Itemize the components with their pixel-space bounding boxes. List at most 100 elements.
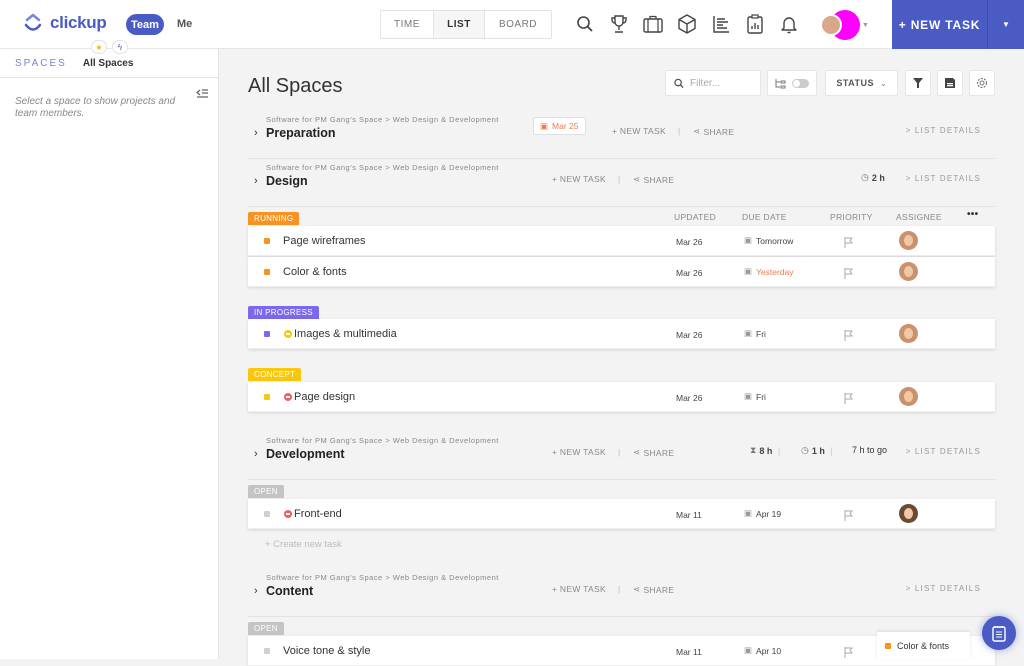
save-view-button[interactable] xyxy=(937,70,963,96)
task-tray-item[interactable]: Color & fonts xyxy=(877,632,970,659)
task-name[interactable]: Color & fonts xyxy=(283,266,347,278)
priority-flag-icon[interactable] xyxy=(844,508,854,526)
list-name[interactable]: Content xyxy=(266,584,313,598)
priority-flag-icon[interactable] xyxy=(844,328,854,346)
breadcrumb[interactable]: Software for PM Gang's Space > Web Desig… xyxy=(266,163,499,172)
priority-icon[interactable] xyxy=(284,330,292,338)
toggle-switch[interactable] xyxy=(792,78,809,88)
filter-input[interactable] xyxy=(690,77,760,89)
tab-board[interactable]: BOARD xyxy=(485,11,551,38)
task-due-date[interactable]: ▣ Tomorrow xyxy=(744,235,793,246)
subtasks-toggle[interactable] xyxy=(767,70,817,96)
status-dot[interactable] xyxy=(264,394,270,400)
task-due-date[interactable]: ▣ Apr 10 xyxy=(744,645,781,656)
task-row[interactable]: Images & multimedia Mar 26 ▣ Fri xyxy=(248,319,995,349)
share-link[interactable]: ⋖ SHARE xyxy=(633,174,674,185)
expand-chevron-icon[interactable]: › xyxy=(254,448,258,460)
task-row[interactable]: Color & fonts Mar 26 ▣ Yesterday xyxy=(248,257,995,287)
share-link[interactable]: ⋖ SHARE xyxy=(633,584,674,595)
new-task-link[interactable]: + NEW TASK xyxy=(612,126,666,136)
time-tracked[interactable]: ◷ 2 h xyxy=(861,172,885,183)
task-row[interactable]: Front-end Mar 11 ▣ Apr 19 xyxy=(248,499,995,529)
new-task-link[interactable]: + NEW TASK xyxy=(552,174,606,184)
breadcrumb[interactable]: Software for PM Gang's Space > Web Desig… xyxy=(266,115,499,124)
time-tracked[interactable]: ◷ 1 h | xyxy=(801,445,833,456)
column-due-date[interactable]: DUE DATE xyxy=(742,212,787,222)
status-dot[interactable] xyxy=(264,648,270,654)
list-name[interactable]: Design xyxy=(266,174,308,188)
expand-chevron-icon[interactable]: › xyxy=(254,585,258,597)
tab-list[interactable]: LIST xyxy=(434,11,485,38)
assignee-avatar[interactable] xyxy=(899,504,918,523)
search-icon[interactable] xyxy=(575,13,595,35)
priority-icon[interactable] xyxy=(284,510,292,518)
bell-icon[interactable] xyxy=(779,13,799,35)
collapse-sidebar-icon[interactable] xyxy=(195,89,208,102)
task-due-date[interactable]: ▣ Fri xyxy=(744,391,766,402)
expand-chevron-icon[interactable]: › xyxy=(254,127,258,139)
status-dot[interactable] xyxy=(264,238,270,244)
status-dropdown[interactable]: STATUS ⌄ xyxy=(825,70,898,96)
task-name[interactable]: Page wireframes xyxy=(283,235,366,247)
priority-flag-icon[interactable] xyxy=(844,235,854,253)
assignee-avatar[interactable] xyxy=(899,262,918,281)
list-name[interactable]: Development xyxy=(266,447,345,461)
column-assignee[interactable]: ASSIGNEE xyxy=(896,212,942,222)
settings-button[interactable] xyxy=(969,70,995,96)
avatar-caret-icon[interactable]: ▼ xyxy=(862,22,869,29)
all-spaces-link[interactable]: All Spaces xyxy=(83,58,134,69)
time-estimate[interactable]: ⧗ 8 h | xyxy=(750,445,780,456)
lightning-icon[interactable]: ϟ xyxy=(112,40,128,54)
filter-button[interactable] xyxy=(905,70,931,96)
status-dot[interactable] xyxy=(264,331,270,337)
briefcase-icon[interactable] xyxy=(643,13,663,35)
new-task-button[interactable]: + NEW TASK ▼ xyxy=(892,0,1024,49)
priority-flag-icon[interactable] xyxy=(844,266,854,284)
team-toggle[interactable]: Team xyxy=(126,14,164,35)
new-task-link[interactable]: + NEW TASK xyxy=(552,584,606,594)
favorites-icon[interactable]: ★ xyxy=(91,40,107,54)
priority-flag-icon[interactable] xyxy=(844,645,854,663)
task-row[interactable]: Page wireframes Mar 26 ▣ Tomorrow xyxy=(248,226,995,256)
status-dot[interactable] xyxy=(264,269,270,275)
tab-time[interactable]: TIME xyxy=(381,11,434,38)
create-new-task-link[interactable]: + Create new task xyxy=(265,539,342,550)
new-task-label[interactable]: + NEW TASK xyxy=(892,0,988,49)
assignee-avatar[interactable] xyxy=(899,324,918,343)
task-name[interactable]: Voice tone & style xyxy=(283,645,370,657)
new-task-link[interactable]: + NEW TASK xyxy=(552,447,606,457)
task-due-date[interactable]: ▣ Fri xyxy=(744,328,766,339)
breadcrumb[interactable]: Software for PM Gang's Space > Web Desig… xyxy=(266,573,499,582)
expand-chevron-icon[interactable]: › xyxy=(254,175,258,187)
task-row[interactable]: Page design Mar 26 ▣ Fri xyxy=(248,382,995,412)
breadcrumb[interactable]: Software for PM Gang's Space > Web Desig… xyxy=(266,436,499,445)
more-options-icon[interactable]: ••• xyxy=(967,209,978,220)
clickup-logo[interactable]: clickup xyxy=(22,12,107,34)
status-dot[interactable] xyxy=(264,511,270,517)
me-toggle[interactable]: Me xyxy=(177,18,192,30)
column-priority[interactable]: PRIORITY xyxy=(830,212,873,222)
notepad-button[interactable] xyxy=(982,616,1016,650)
list-due-date[interactable]: ▣ Mar 25 xyxy=(533,117,586,135)
list-align-icon[interactable] xyxy=(711,13,731,35)
list-details-link[interactable]: > LIST DETAILS xyxy=(906,174,981,183)
share-link[interactable]: ⋖ SHARE xyxy=(633,447,674,458)
box-icon[interactable] xyxy=(677,13,697,35)
priority-icon[interactable] xyxy=(284,393,292,401)
task-due-date[interactable]: ▣ Yesterday xyxy=(744,266,794,277)
filter-box[interactable] xyxy=(665,70,761,96)
list-details-link[interactable]: > LIST DETAILS xyxy=(906,447,981,456)
assignee-avatar[interactable] xyxy=(899,387,918,406)
new-task-dropdown-icon[interactable]: ▼ xyxy=(988,0,1024,49)
list-details-link[interactable]: > LIST DETAILS xyxy=(906,584,981,593)
share-link[interactable]: ⋖ SHARE xyxy=(693,126,734,137)
trophy-icon[interactable] xyxy=(609,13,629,35)
priority-flag-icon[interactable] xyxy=(844,391,854,409)
task-name[interactable]: Page design xyxy=(294,391,355,403)
list-details-link[interactable]: > LIST DETAILS xyxy=(906,126,981,135)
clipboard-chart-icon[interactable] xyxy=(745,13,765,35)
user-avatar[interactable]: S xyxy=(820,10,860,40)
column-updated[interactable]: UPDATED xyxy=(674,212,716,222)
task-due-date[interactable]: ▣ Apr 19 xyxy=(744,508,781,519)
list-name[interactable]: Preparation xyxy=(266,126,335,140)
